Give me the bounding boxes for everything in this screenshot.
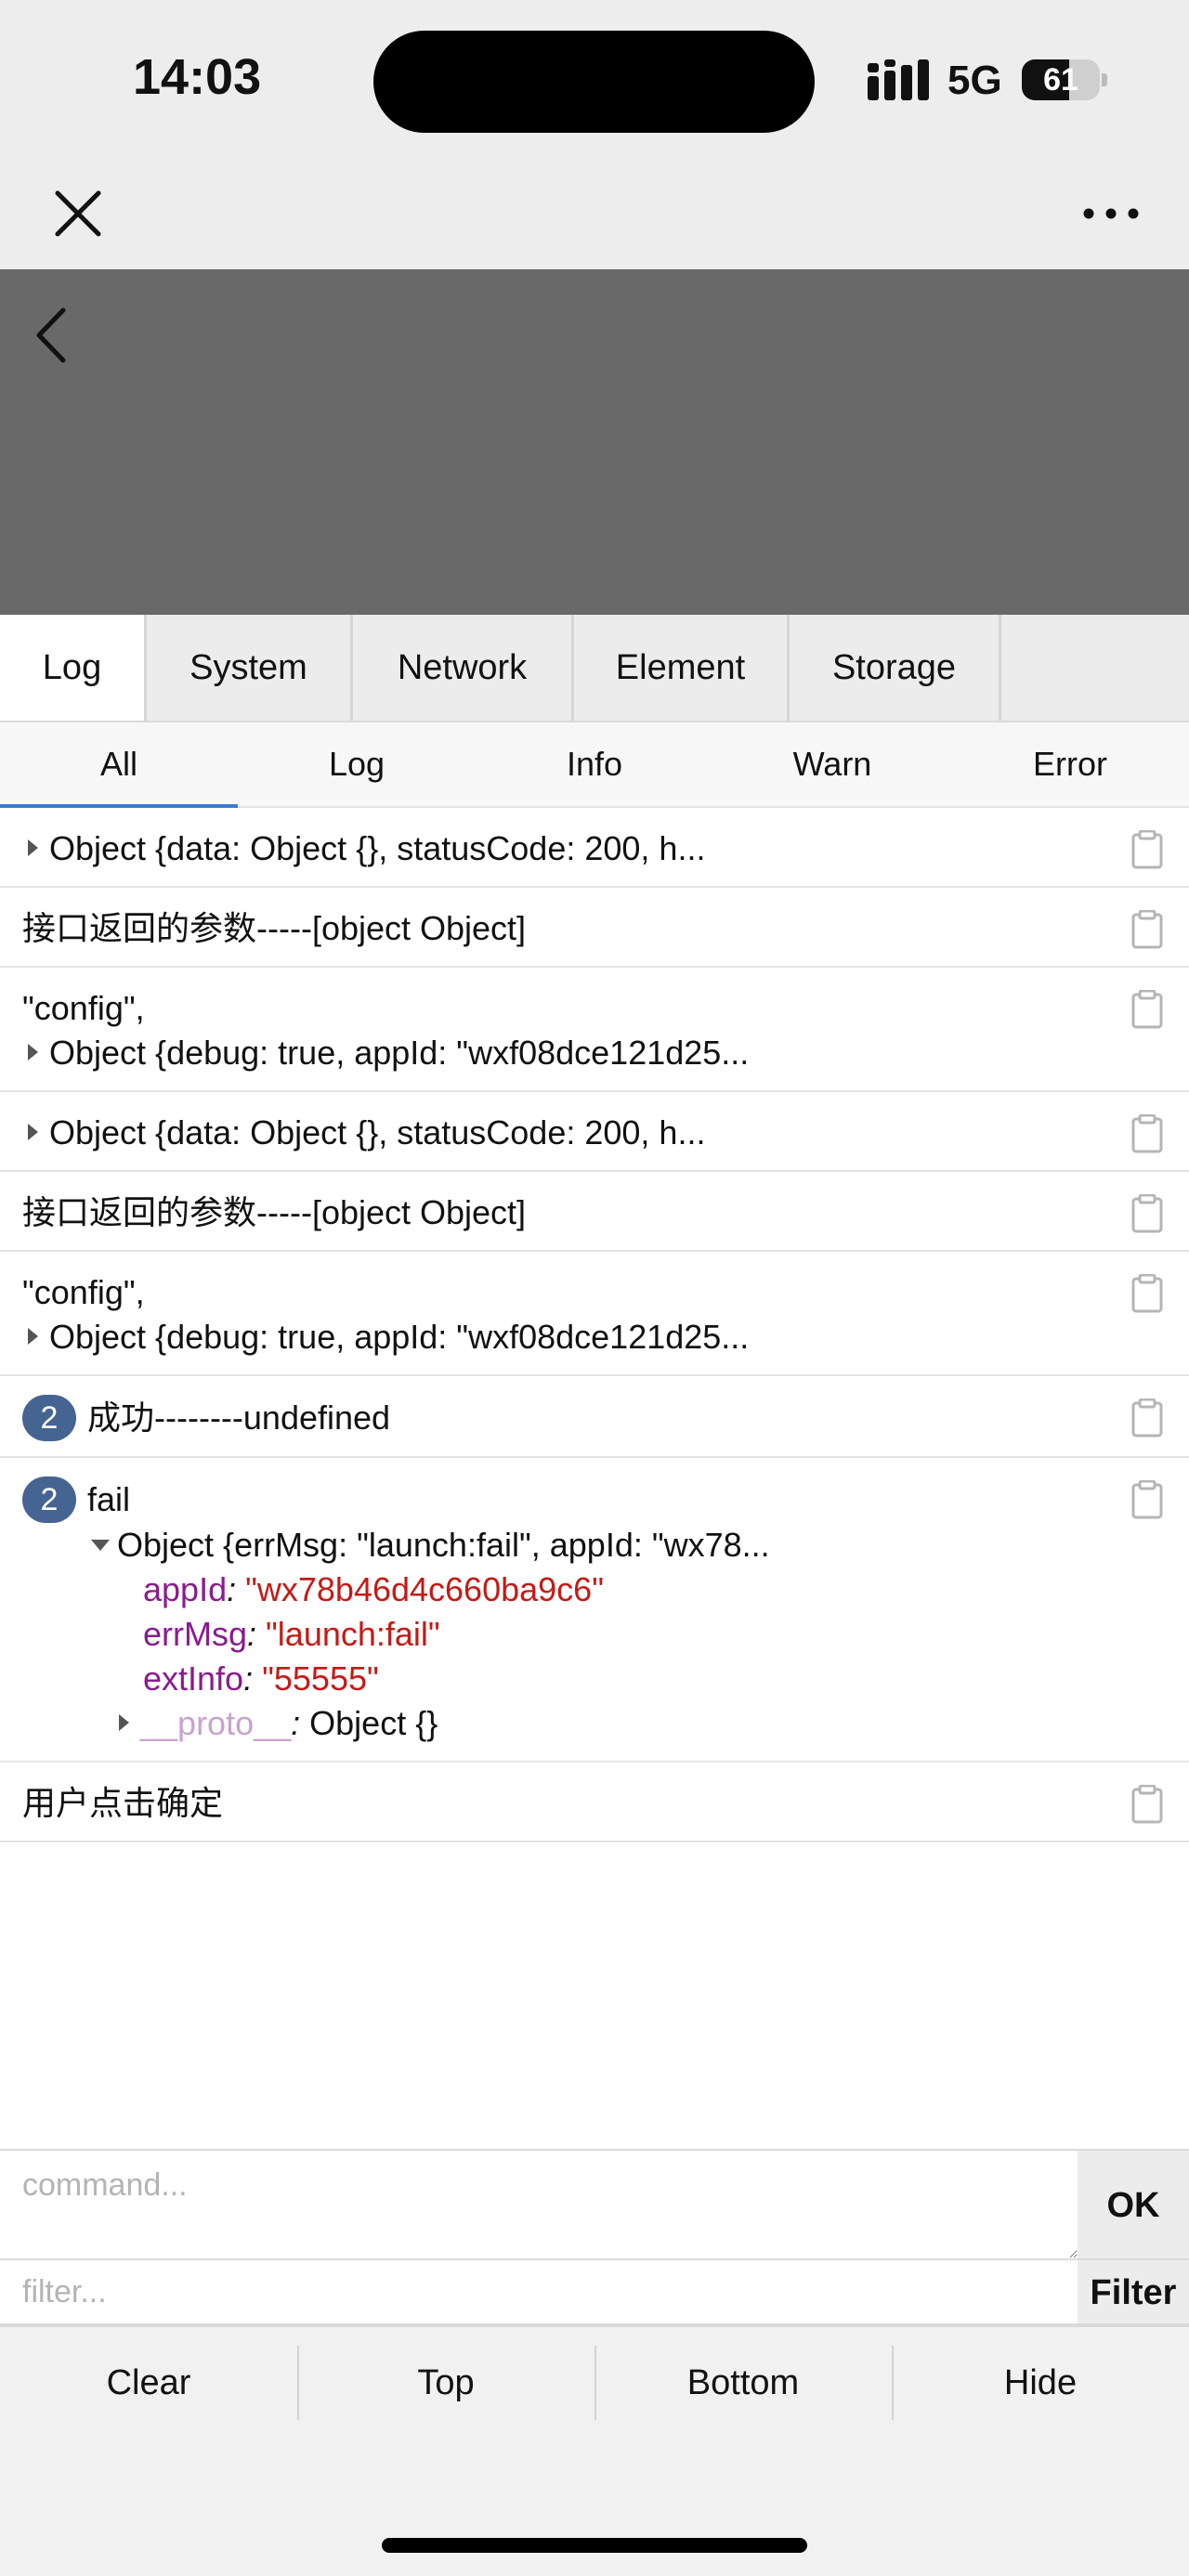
log-item[interactable]: 用户点击确定 (0, 1763, 1189, 1842)
log-text: Object {data: Object {}, statusCode: 200… (49, 1113, 706, 1151)
log-list: Object {data: Object {}, statusCode: 200… (0, 808, 1189, 1842)
copy-icon[interactable] (1131, 1399, 1163, 1438)
status-time: 14:03 (133, 49, 262, 105)
tab-log[interactable]: Log (0, 615, 147, 721)
filter-button[interactable]: Filter (1078, 2260, 1189, 2323)
log-item[interactable]: 接口返回的参数-----[object Object] (0, 1172, 1189, 1252)
close-icon[interactable] (48, 184, 108, 243)
copy-icon[interactable] (1131, 1274, 1163, 1313)
object-prop: appId: "wx78b46d4c660ba9c6" (143, 1570, 604, 1608)
filter-row: Filter (0, 2260, 1189, 2325)
log-text: 用户点击确定 (22, 1784, 224, 1822)
more-dots-icon[interactable] (1078, 197, 1144, 230)
log-text: Object {debug: true, appId: "wxf08dce121… (49, 1318, 750, 1356)
subtab-warn[interactable]: Warn (713, 722, 951, 806)
log-text: fail (87, 1480, 131, 1518)
log-text: Object {debug: true, appId: "wxf08dce121… (49, 1034, 750, 1072)
prop-key: appId (143, 1570, 228, 1608)
object-prop: extInfo: "55555" (143, 1659, 379, 1698)
prop-key: errMsg (143, 1615, 248, 1653)
log-item[interactable]: "config", Object {debug: true, appId: "w… (0, 1252, 1189, 1376)
tab-element[interactable]: Element (574, 615, 790, 721)
expand-caret-icon[interactable] (28, 839, 38, 856)
subtab-log[interactable]: Log (238, 722, 476, 806)
page-header (0, 269, 1189, 615)
command-row: OK (0, 2151, 1189, 2260)
top-button[interactable]: Top (297, 2327, 594, 2439)
expand-caret-icon[interactable] (28, 1328, 38, 1345)
collapse-caret-icon[interactable] (91, 1540, 110, 1551)
log-item[interactable]: Object {data: Object {}, statusCode: 200… (0, 808, 1189, 888)
log-text: "config", (22, 989, 145, 1027)
command-input[interactable] (0, 2151, 1078, 2258)
battery-percent: 61 (1043, 62, 1078, 98)
subtab-info[interactable]: Info (476, 722, 713, 806)
copy-icon[interactable] (1131, 1785, 1163, 1824)
log-text: 成功--------undefined (87, 1399, 391, 1437)
chevron-left-icon[interactable] (28, 303, 74, 368)
prop-value: "launch:fail" (266, 1615, 440, 1653)
repeat-count-badge: 2 (22, 1395, 76, 1441)
repeat-count-badge: 2 (22, 1477, 76, 1523)
log-item[interactable]: 2 fail Object {errMsg: "launch:fail", app… (0, 1458, 1189, 1763)
expand-caret-icon[interactable] (28, 1124, 38, 1140)
tab-storage[interactable]: Storage (790, 615, 1001, 721)
subtab-error[interactable]: Error (951, 722, 1189, 806)
copy-icon[interactable] (1131, 1194, 1163, 1233)
log-text: "config", (22, 1273, 145, 1311)
log-item[interactable]: "config", Object {debug: true, appId: "w… (0, 968, 1189, 1092)
object-summary[interactable]: Object {errMsg: "launch:fail", appId: "w… (117, 1526, 770, 1564)
log-filter-tabs: All Log Info Warn Error (0, 722, 1189, 808)
battery-icon: 61 (1022, 59, 1107, 100)
object-proto[interactable]: __proto__: Object {} (22, 1701, 1105, 1746)
copy-icon[interactable] (1131, 1114, 1163, 1153)
signal-icon (868, 59, 929, 100)
log-item[interactable]: Object {data: Object {}, statusCode: 200… (0, 1092, 1189, 1172)
tab-system[interactable]: System (147, 615, 353, 721)
copy-icon[interactable] (1131, 830, 1163, 869)
ok-button[interactable]: OK (1078, 2151, 1189, 2258)
copy-icon[interactable] (1131, 910, 1163, 949)
copy-icon[interactable] (1131, 990, 1163, 1029)
home-indicator[interactable] (382, 2538, 807, 2553)
prop-value: Object {} (309, 1704, 438, 1742)
prop-key: extInfo (143, 1659, 244, 1698)
nav-bar (0, 158, 1189, 269)
subtab-all[interactable]: All (0, 722, 238, 808)
copy-icon[interactable] (1131, 1480, 1163, 1519)
expand-caret-icon[interactable] (28, 1044, 38, 1060)
log-item[interactable]: 2 成功--------undefined (0, 1376, 1189, 1458)
hide-button[interactable]: Hide (892, 2327, 1189, 2439)
prop-value: "55555" (262, 1659, 379, 1698)
bottom-button[interactable]: Bottom (594, 2327, 892, 2439)
tab-network[interactable]: Network (353, 615, 574, 721)
log-text: Object {data: Object {}, statusCode: 200… (49, 829, 706, 867)
expand-caret-icon[interactable] (119, 1714, 129, 1731)
prop-value: "wx78b46d4c660ba9c6" (245, 1570, 604, 1608)
prop-key: __proto__ (140, 1704, 292, 1742)
status-bar: 14:03 5G 61 (0, 0, 1189, 158)
filter-input[interactable] (0, 2260, 1078, 2323)
object-prop: errMsg: "launch:fail" (143, 1615, 440, 1653)
log-text: 接口返回的参数-----[object Object] (22, 909, 527, 947)
log-item[interactable]: 接口返回的参数-----[object Object] (0, 888, 1189, 968)
network-type: 5G (947, 58, 1002, 103)
clear-button[interactable]: Clear (0, 2327, 297, 2439)
dynamic-island (373, 31, 815, 133)
vconsole-tabs: Log System Network Element Storage (0, 615, 1189, 722)
command-area: OK Filter (0, 2149, 1189, 2327)
log-text: 接口返回的参数-----[object Object] (22, 1193, 527, 1231)
